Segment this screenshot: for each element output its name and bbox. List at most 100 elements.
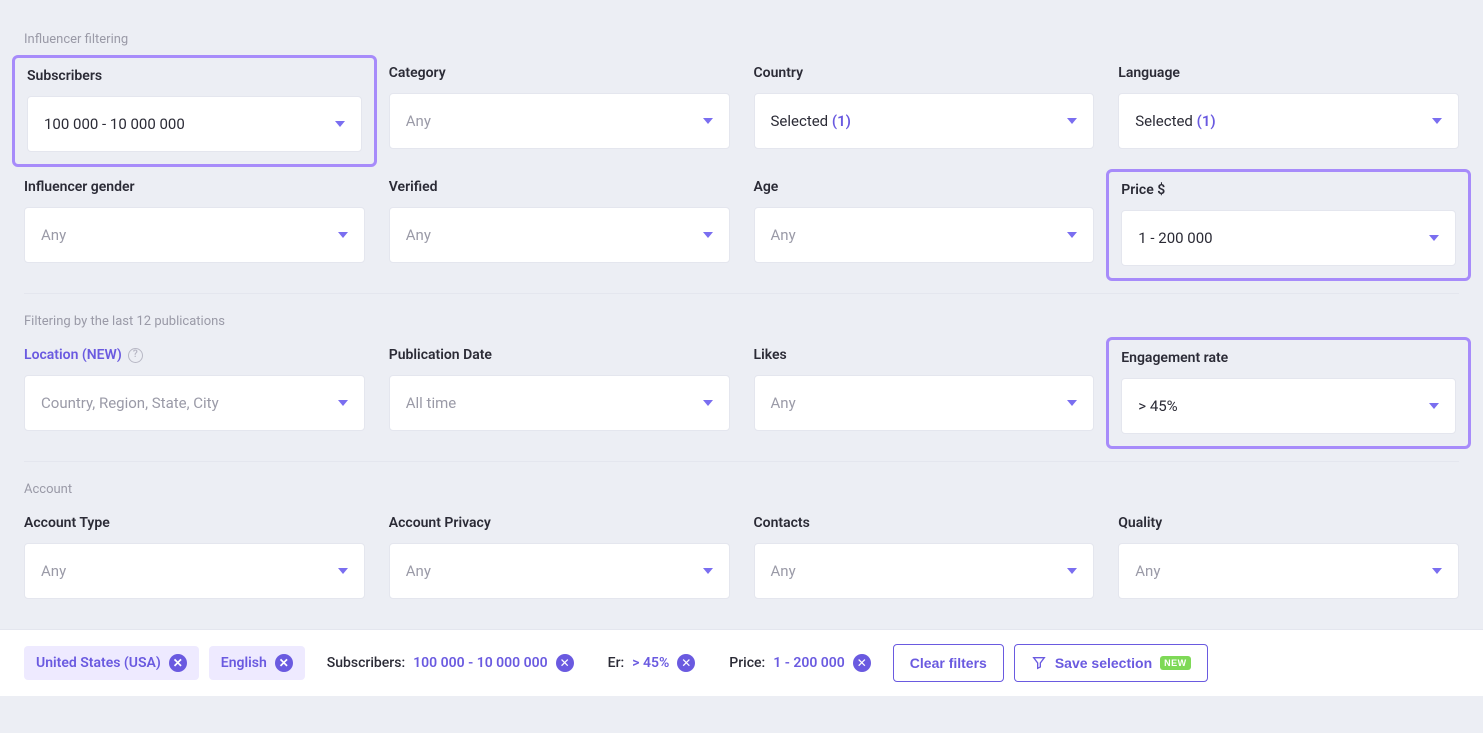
close-icon[interactable]: ✕ [169, 654, 187, 672]
save-selection-button[interactable]: Save selection NEW [1014, 644, 1208, 682]
label-category: Category [389, 65, 730, 81]
chevron-down-icon [703, 118, 713, 124]
publications-filter-grid: Location (NEW) ? Country, Region, State,… [24, 347, 1459, 437]
filter-location: Location (NEW) ? Country, Region, State,… [24, 347, 365, 437]
chip-subs-label: Subscribers: [327, 655, 405, 671]
select-language-value: Selected (1) [1135, 112, 1432, 130]
select-quality[interactable]: Any [1118, 543, 1459, 599]
chip-language[interactable]: English ✕ [209, 646, 305, 680]
select-quality-value: Any [1135, 562, 1432, 580]
section-title-account: Account [24, 482, 1459, 497]
label-subscribers: Subscribers [27, 68, 362, 84]
select-likes[interactable]: Any [754, 375, 1095, 431]
select-account-privacy-value: Any [406, 562, 703, 580]
chevron-down-icon [338, 400, 348, 406]
chevron-down-icon [1429, 235, 1439, 241]
select-gender-value: Any [41, 226, 338, 244]
filter-contacts: Contacts Any [754, 515, 1095, 599]
filter-category: Category Any [389, 65, 730, 155]
chevron-down-icon [1067, 568, 1077, 574]
chevron-down-icon [703, 400, 713, 406]
label-location-text: Location (NEW) [24, 347, 122, 363]
chip-er[interactable]: Er: > 45% ✕ [596, 646, 708, 680]
select-account-type[interactable]: Any [24, 543, 365, 599]
chevron-down-icon [1432, 568, 1442, 574]
highlight-price: Price $ 1 - 200 000 [1106, 169, 1471, 281]
label-gender: Influencer gender [24, 179, 365, 195]
select-verified[interactable]: Any [389, 207, 730, 263]
chevron-down-icon [1067, 400, 1077, 406]
highlight-engagement: Engagement rate > 45% [1106, 337, 1471, 449]
filter-account-type: Account Type Any [24, 515, 365, 599]
filter-age: Age Any [754, 179, 1095, 269]
select-country-count: (1) [832, 112, 851, 130]
chip-price-value: 1 - 200 000 [773, 655, 845, 671]
close-icon[interactable]: ✕ [853, 654, 871, 672]
select-engagement[interactable]: > 45% [1121, 378, 1456, 434]
select-age-value: Any [771, 226, 1068, 244]
label-location: Location (NEW) ? [24, 347, 365, 363]
badge-new: NEW [1160, 656, 1191, 670]
label-quality: Quality [1118, 515, 1459, 531]
filter-likes: Likes Any [754, 347, 1095, 437]
filter-gender: Influencer gender Any [24, 179, 365, 269]
chip-country-text: United States (USA) [36, 655, 161, 671]
select-category[interactable]: Any [389, 93, 730, 149]
divider [24, 293, 1459, 294]
select-age[interactable]: Any [754, 207, 1095, 263]
account-filter-grid: Account Type Any Account Privacy Any Con… [24, 515, 1459, 599]
select-country-text: Selected [771, 112, 829, 130]
section-title-publications: Filtering by the last 12 publications [24, 314, 1459, 329]
select-gender[interactable]: Any [24, 207, 365, 263]
label-verified: Verified [389, 179, 730, 195]
chip-country[interactable]: United States (USA) ✕ [24, 646, 199, 680]
chip-er-label: Er: [608, 655, 625, 671]
label-account-type: Account Type [24, 515, 365, 531]
filter-country: Country Selected (1) [754, 65, 1095, 155]
close-icon[interactable]: ✕ [275, 654, 293, 672]
select-country[interactable]: Selected (1) [754, 93, 1095, 149]
influencer-filter-grid: Subscribers 100 000 - 10 000 000 Categor… [24, 65, 1459, 269]
label-age: Age [754, 179, 1095, 195]
chevron-down-icon [1067, 232, 1077, 238]
help-icon[interactable]: ? [128, 348, 143, 363]
clear-filters-button[interactable]: Clear filters [893, 644, 1004, 682]
select-likes-value: Any [771, 394, 1068, 412]
select-country-value: Selected (1) [771, 112, 1068, 130]
select-pubdate-value: All time [406, 394, 703, 412]
select-category-value: Any [406, 112, 703, 130]
chevron-down-icon [703, 568, 713, 574]
label-price: Price $ [1121, 182, 1456, 198]
select-language[interactable]: Selected (1) [1118, 93, 1459, 149]
select-engagement-value: > 45% [1138, 397, 1429, 415]
select-verified-value: Any [406, 226, 703, 244]
section-title-influencer: Influencer filtering [24, 32, 1459, 47]
select-language-text: Selected [1135, 112, 1193, 130]
chip-subscribers[interactable]: Subscribers: 100 000 - 10 000 000 ✕ [315, 646, 586, 680]
chip-subs-value: 100 000 - 10 000 000 [413, 655, 548, 671]
select-subscribers[interactable]: 100 000 - 10 000 000 [27, 96, 362, 152]
select-account-type-value: Any [41, 562, 338, 580]
divider [24, 461, 1459, 462]
select-location[interactable]: Country, Region, State, City [24, 375, 365, 431]
filter-quality: Quality Any [1118, 515, 1459, 599]
select-contacts-value: Any [771, 562, 1068, 580]
label-engagement: Engagement rate [1121, 350, 1456, 366]
close-icon[interactable]: ✕ [677, 654, 695, 672]
label-country: Country [754, 65, 1095, 81]
select-contacts[interactable]: Any [754, 543, 1095, 599]
chevron-down-icon [1432, 118, 1442, 124]
filter-pubdate: Publication Date All time [389, 347, 730, 437]
select-pubdate[interactable]: All time [389, 375, 730, 431]
chip-price[interactable]: Price: 1 - 200 000 ✕ [717, 646, 883, 680]
select-price-value: 1 - 200 000 [1138, 229, 1429, 247]
label-pubdate: Publication Date [389, 347, 730, 363]
select-subscribers-value: 100 000 - 10 000 000 [44, 115, 335, 133]
select-account-privacy[interactable]: Any [389, 543, 730, 599]
label-account-privacy: Account Privacy [389, 515, 730, 531]
select-price[interactable]: 1 - 200 000 [1121, 210, 1456, 266]
close-icon[interactable]: ✕ [556, 654, 574, 672]
filter-language: Language Selected (1) [1118, 65, 1459, 155]
chip-language-text: English [221, 655, 267, 671]
filter-verified: Verified Any [389, 179, 730, 269]
